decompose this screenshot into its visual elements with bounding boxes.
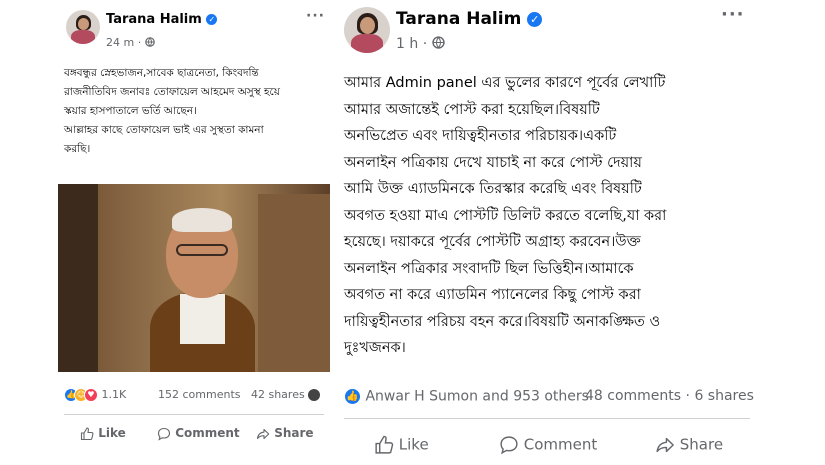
post-text-line: আল্লাহর কাছে তোফায়েল ভাই এর সুস্থতা কাম… — [64, 124, 264, 136]
like-label: Like — [98, 426, 126, 440]
globe-icon — [144, 37, 155, 47]
comment-button[interactable]: Comment — [157, 426, 240, 441]
thumbs-up-icon — [375, 435, 394, 454]
post-text-line: স্কয়ার হাসপাতালে ভর্তি আছেন। — [64, 105, 197, 117]
post-text-line: আমি উক্ত এ্যাডমিনকে তিরস্কার করেছি এবং ব… — [344, 181, 642, 197]
post-time[interactable]: 1 h — [396, 36, 418, 52]
comment-label: Comment — [523, 435, 598, 454]
post-photo[interactable] — [58, 184, 330, 372]
post-text-line: অনলাইন পত্রিকায় দেখে যাচাই না করে পোস্ট… — [344, 154, 642, 171]
author-name[interactable]: Tarana Halim — [106, 12, 202, 27]
post-text-line: অবগত হওয়া মাএ পোস্টটি ডিলিট করতে বলেছি,… — [344, 207, 667, 224]
globe-icon — [431, 36, 445, 49]
reactions-count[interactable]: 1.1K — [102, 388, 127, 401]
post-card-2: Tarana Halim ✓ 1 h · ··· আমার Admin pane… — [338, 0, 758, 465]
share-label: Share — [679, 435, 724, 454]
like-button[interactable]: Like — [80, 426, 126, 441]
comment-button[interactable]: Comment — [499, 435, 597, 455]
post-time[interactable]: 24 m — [106, 36, 134, 49]
speech-bubble-icon — [500, 436, 518, 455]
thumbs-up-icon — [80, 426, 94, 440]
comments-count[interactable]: 152 comments — [158, 388, 240, 401]
divider — [64, 414, 324, 415]
shares-count[interactable]: 42 shares — [251, 388, 305, 401]
share-arrow-icon — [656, 437, 674, 453]
share-button[interactable]: Share — [256, 426, 314, 441]
post-text: আমার Admin panel এর ভুলের কারণে পূর্বের … — [344, 70, 756, 362]
share-arrow-icon — [256, 428, 270, 439]
share-button[interactable]: Share — [655, 435, 723, 455]
post-text-line: বঙ্গবন্ধুর স্নেহভাজন,সাবেক ছাত্রনেতা, কি… — [64, 67, 259, 79]
post-text-line: রাজনীতিবিদ জনাবঃ তোফায়েল আহমেদ অসুস্থ হ… — [64, 86, 280, 98]
like-reaction-icon: 👍 — [344, 388, 361, 405]
comments-count[interactable]: 48 comments — [585, 388, 681, 404]
reactions-icons[interactable]: 👍☺ ♥ — [64, 388, 98, 402]
post-text-line: আমার অজান্তেই পোস্ট করা হয়েছিল।বিষয়টি — [344, 101, 600, 118]
viewer-avatar-icon[interactable] — [308, 389, 321, 401]
speech-bubble-icon — [157, 427, 171, 441]
post-text-line: অনভিপ্রেত এবং দায়িত্বহীনতার পরিচায়ক।এক… — [344, 128, 617, 144]
author-avatar[interactable] — [344, 7, 390, 53]
author-avatar[interactable] — [66, 10, 100, 44]
verified-badge-icon: ✓ — [527, 11, 543, 27]
post-text: বঙ্গবন্ধুর স্নেহভাজন,সাবেক ছাত্রনেতা, কি… — [64, 64, 326, 159]
reactions-summary[interactable]: Anwar H Sumon and 953 others — [365, 389, 589, 405]
post-text-line: হয়েছে। দয়াকরে পূর্বের পোস্টটি অগ্রাহ্য… — [344, 234, 641, 250]
post-text-line: আমার Admin panel এর ভুলের কারণে পূর্বের … — [344, 75, 666, 91]
post-text-line: করছি। — [64, 143, 91, 155]
more-options-icon[interactable]: ··· — [306, 8, 325, 24]
share-label: Share — [274, 426, 314, 440]
like-label: Like — [398, 435, 429, 454]
like-button[interactable]: Like — [374, 435, 429, 455]
comment-label: Comment — [175, 426, 240, 440]
author-name[interactable]: Tarana Halim — [396, 9, 521, 29]
post-text-line: অনলাইন পত্রিকার সংবাদটি ছিল ভিত্তিহীন।আম… — [344, 260, 634, 277]
post-text-line: অবগত না করে এ্যাডমিন প্যানেলের কিছু পোস্… — [344, 287, 641, 303]
more-options-icon[interactable]: ··· — [721, 4, 745, 25]
post-text-line: দুঃখজনক। — [344, 340, 406, 356]
verified-badge-icon: ✓ — [206, 14, 218, 25]
post-card-1: Tarana Halim ✓ 24 m · ··· বঙ্গবন্ধুর স্ন… — [58, 0, 330, 465]
love-reaction-icon: ♥ — [84, 388, 98, 402]
shares-count[interactable]: 6 shares — [694, 388, 753, 404]
divider — [344, 418, 750, 419]
post-text-line: দায়িত্বহীনতার পরিচয় বহন করে।বিষয়টি অন… — [344, 313, 661, 330]
